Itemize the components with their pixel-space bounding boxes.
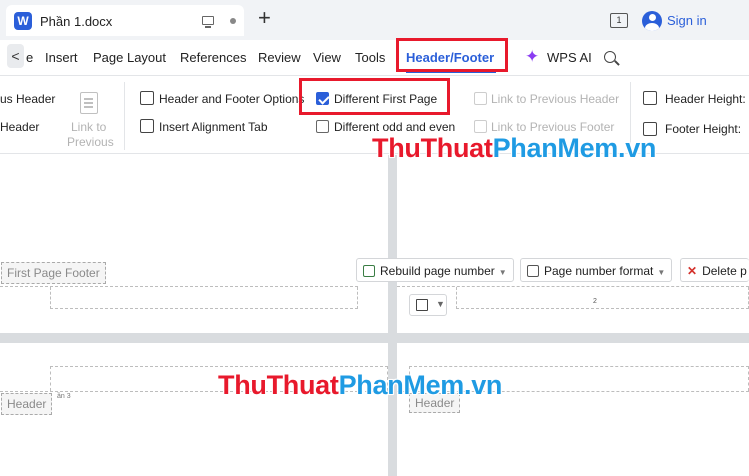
page-3-top — [0, 343, 388, 476]
page-number-insert-control[interactable]: ▼ — [409, 294, 447, 316]
link-to-previous-icon — [80, 92, 98, 114]
rebuild-page-number-button[interactable]: Rebuild page number ▼ — [356, 258, 514, 282]
avatar-icon[interactable] — [642, 11, 662, 31]
format-label: Page number format — [544, 264, 654, 278]
watermark-part: .vn — [464, 370, 503, 400]
link-to-previous-label-2[interactable]: Previous — [67, 135, 114, 149]
format-icon — [527, 265, 539, 277]
first-page-footer-tag: First Page Footer — [1, 262, 106, 284]
watermark-part: Thuat — [420, 133, 493, 163]
menu-references[interactable]: References — [180, 50, 246, 65]
menu-tools[interactable]: Tools — [355, 50, 385, 65]
new-tab-plus-icon[interactable]: + — [258, 7, 271, 29]
header-footer-options-icon — [140, 91, 154, 105]
insert-alignment-tab-button[interactable]: Insert Alignment Tab — [159, 120, 268, 134]
previous-header-button[interactable]: us Header — [0, 92, 55, 106]
watermark: ThuThuatPhanMem.vn — [372, 133, 656, 164]
menu-home[interactable]: e — [26, 50, 33, 65]
sign-in-link[interactable]: Sign in — [667, 13, 707, 28]
header-height-icon — [643, 91, 657, 105]
watermark: ThuThuatPhanMem.vn — [218, 370, 502, 401]
pages-icon[interactable]: 1 — [610, 13, 628, 28]
page-number-format-button[interactable]: Page number format ▼ — [520, 258, 673, 282]
watermark-part: Thu — [372, 133, 421, 163]
page-number-icon — [416, 299, 428, 311]
header-footer-options-button[interactable]: Header and Footer Options — [159, 92, 304, 106]
delete-x-icon: ✕ — [687, 264, 698, 278]
alignment-tab-icon — [140, 119, 154, 133]
link-previous-header-label[interactable]: Link to Previous Header — [491, 92, 619, 106]
header-height-label: Header Height: — [665, 92, 746, 106]
watermark-part: Thuat — [266, 370, 339, 400]
header-tag-left: Header — [1, 393, 53, 415]
watermark-part: .vn — [618, 133, 657, 163]
page-2-footer-area[interactable] — [456, 287, 749, 309]
watermark-part: PhanMem — [338, 370, 465, 400]
faint-text: ần 3 — [57, 393, 71, 400]
document-tab[interactable]: W Phần 1.docx — [6, 5, 244, 36]
wps-ai-sparkle-icon: ✦ — [525, 47, 540, 66]
chevron-down-icon: ▼ — [498, 268, 507, 277]
highlight-box-header-footer — [396, 38, 508, 72]
header-button[interactable]: Header — [0, 120, 39, 134]
writer-logo-icon: W — [14, 12, 32, 30]
menu-bar: < e Insert Page Layout References Review… — [0, 40, 749, 76]
monitor-icon[interactable] — [202, 16, 214, 28]
link-previous-footer-checkbox[interactable] — [474, 120, 487, 133]
delete-label: Delete p — [702, 264, 747, 278]
unsaved-dot-icon — [230, 18, 236, 24]
footer-height-label: Footer Height: — [665, 122, 742, 136]
different-odd-even-checkbox[interactable] — [316, 120, 329, 133]
delete-page-number-button[interactable]: ✕ Delete p — [680, 258, 749, 282]
rebuild-label: Rebuild page number — [380, 264, 495, 278]
link-previous-footer-label[interactable]: Link to Previous Footer — [491, 120, 614, 134]
chevron-down-icon: ▼ — [657, 268, 666, 277]
menu-page-layout[interactable]: Page Layout — [93, 50, 166, 65]
search-icon[interactable] — [604, 51, 616, 63]
rebuild-icon — [363, 265, 375, 277]
watermark-part: Thu — [218, 370, 267, 400]
divider — [124, 82, 125, 150]
menu-view[interactable]: View — [313, 50, 341, 65]
page-number-text: 2 — [593, 298, 597, 305]
different-odd-even-label[interactable]: Different odd and even — [334, 120, 455, 134]
watermark-part: PhanMem — [492, 133, 619, 163]
menu-review[interactable]: Review — [258, 50, 301, 65]
first-page-footer-area[interactable] — [50, 287, 358, 309]
chevron-down-icon: ▼ — [436, 299, 445, 309]
highlight-box-different-first-page — [299, 78, 450, 115]
link-previous-header-checkbox[interactable] — [474, 92, 487, 105]
document-name: Phần 1.docx — [40, 14, 113, 29]
scroll-left-button[interactable]: < — [7, 44, 24, 68]
link-to-previous-label-1[interactable]: Link to — [71, 120, 106, 134]
title-bar: W Phần 1.docx + 1 Sign in — [0, 0, 749, 40]
menu-insert[interactable]: Insert — [45, 50, 78, 65]
menu-wps-ai[interactable]: WPS AI — [547, 50, 592, 65]
